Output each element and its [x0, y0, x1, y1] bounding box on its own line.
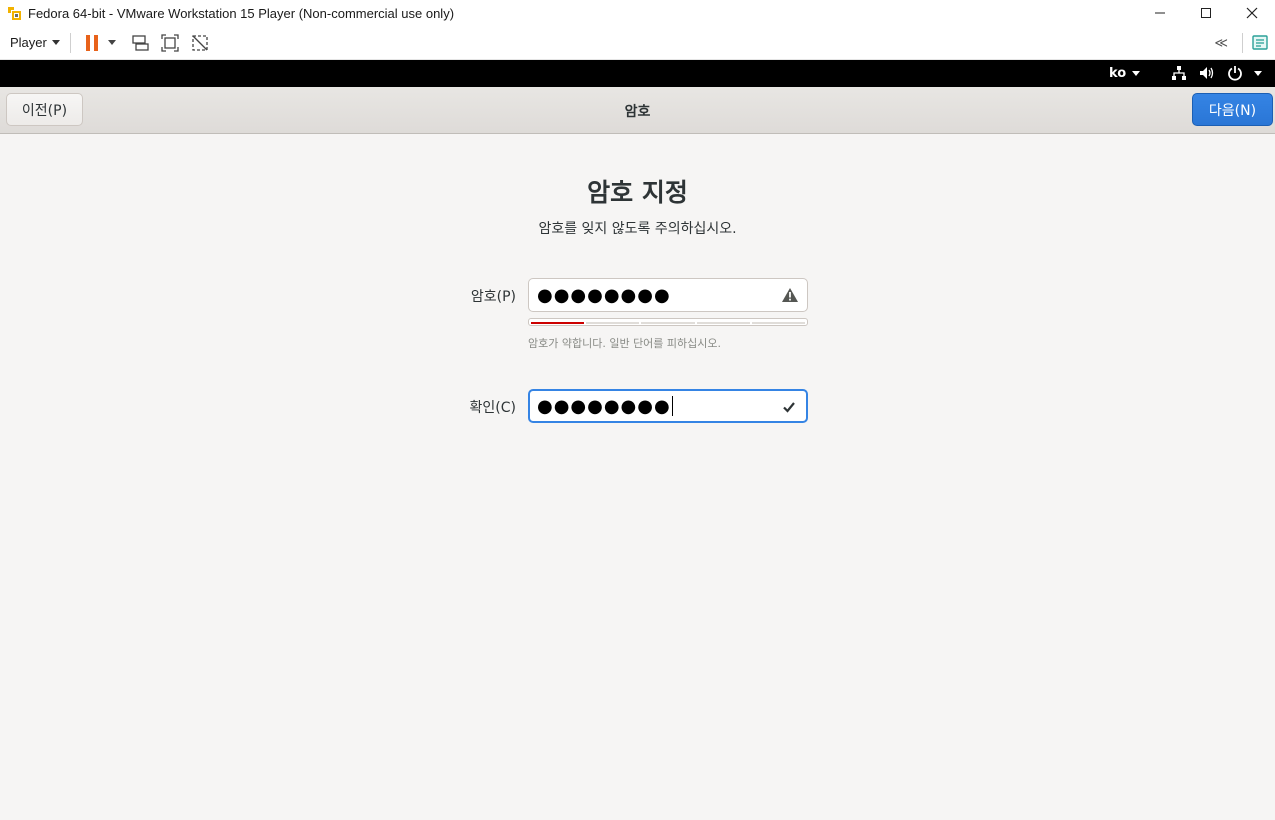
volume-icon [1198, 64, 1216, 82]
strength-segment [696, 322, 750, 324]
chevron-down-icon [1254, 70, 1262, 76]
section-subheading: 암호를 잊지 않도록 주의하십시오. [538, 221, 737, 237]
vmware-toolbar: Player ≪ [0, 26, 1275, 60]
network-devices-icon [132, 34, 149, 51]
page-title: 암호 [624, 104, 651, 120]
power-options-dropdown[interactable] [105, 32, 119, 54]
strength-segment [751, 322, 806, 324]
player-menu[interactable]: Player [10, 35, 60, 50]
strength-segment [531, 322, 585, 324]
close-icon [1246, 7, 1258, 19]
password-strength-hint: 암호가 약합니다. 일반 단어를 피하십시오. [528, 337, 722, 350]
system-menu[interactable] [1170, 64, 1262, 82]
player-menu-label: Player [10, 35, 47, 50]
unity-mode-icon [192, 34, 208, 51]
password-masked-value: ●●●●●●●● [537, 284, 671, 306]
window-controls [1137, 0, 1275, 26]
maximize-button[interactable] [1183, 0, 1229, 26]
network-wired-icon [1170, 64, 1188, 82]
password-label: 암호(P) [470, 289, 516, 305]
chevron-down-icon [51, 40, 60, 45]
minimize-icon [1155, 12, 1165, 14]
vmware-logo-icon [6, 5, 22, 21]
confirm-masked-value: ●●●●●●●● [537, 395, 671, 417]
check-icon [780, 398, 798, 416]
pause-icon [85, 34, 98, 51]
maximize-icon [1201, 8, 1211, 18]
toolbar-divider [69, 32, 71, 53]
header-bar: 이전(P) 암호 다음(N) [0, 87, 1275, 134]
toolbar-right: ≪ [1214, 26, 1275, 60]
gnome-top-bar: ko [0, 60, 1275, 87]
chevron-down-icon [1132, 71, 1141, 76]
pause-button[interactable] [81, 32, 103, 54]
fullscreen-button[interactable] [159, 32, 181, 54]
strength-segment [586, 322, 640, 324]
collapse-library-button[interactable]: ≪ [1214, 36, 1228, 51]
password-field[interactable]: ●●●●●●●● [528, 278, 808, 312]
language-indicator[interactable]: ko [1109, 66, 1141, 81]
next-button[interactable]: 다음(N) [1192, 93, 1273, 126]
strength-segment [641, 322, 695, 324]
password-strength-meter [528, 318, 808, 326]
minimize-button[interactable] [1137, 0, 1183, 26]
window-titlebar: Fedora 64-bit - VMware Workstation 15 Pl… [0, 0, 1275, 26]
unity-button[interactable] [189, 32, 211, 54]
text-cursor [671, 396, 673, 416]
toolbar-divider [1242, 33, 1243, 53]
removable-devices-button[interactable] [129, 32, 151, 54]
language-label: ko [1109, 66, 1127, 81]
window-title: Fedora 64-bit - VMware Workstation 15 Pl… [28, 5, 455, 21]
fullscreen-icon [161, 33, 179, 52]
close-button[interactable] [1229, 0, 1275, 26]
message-log-icon [1252, 35, 1268, 50]
confirm-label: 확인(C) [469, 400, 516, 416]
chevron-down-icon [107, 40, 116, 45]
section-heading: 암호 지정 [587, 178, 688, 207]
confirm-password-field[interactable]: ●●●●●●●● [528, 389, 808, 423]
power-icon [1226, 64, 1244, 82]
warning-icon [781, 286, 799, 304]
message-log-button[interactable] [1249, 32, 1271, 54]
